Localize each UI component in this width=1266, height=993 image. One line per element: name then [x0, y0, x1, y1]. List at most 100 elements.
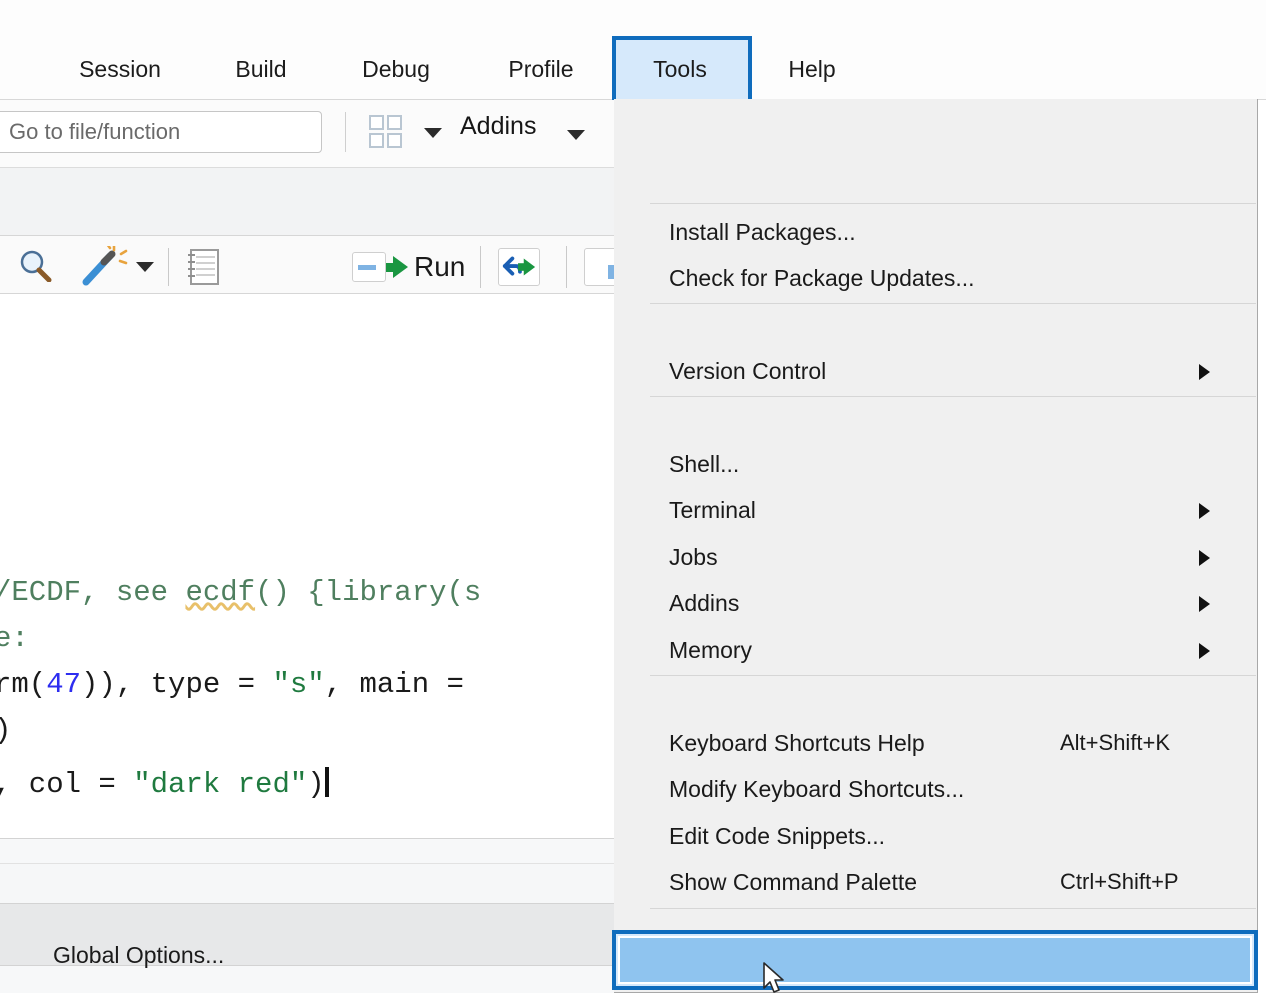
- menu-item-jobs[interactable]: Jobs: [614, 534, 1258, 580]
- toolbar-divider: [566, 246, 567, 288]
- code-token: , col =: [0, 768, 134, 801]
- rstudio-window: Session Build Debug Profile Tools Help G…: [0, 0, 1266, 993]
- code-token: ): [307, 768, 325, 801]
- toolbar-divider: [480, 246, 481, 288]
- menu-item-check-package-updates[interactable]: Check for Package Updates...: [614, 255, 1258, 301]
- menu-item-session[interactable]: Session: [79, 40, 161, 98]
- chevron-down-icon[interactable]: [136, 262, 154, 272]
- text-cursor: [324, 767, 329, 797]
- code-token-number: 47: [46, 668, 82, 701]
- console-pane-bottom: [0, 966, 616, 993]
- submenu-arrow-icon: [1199, 503, 1210, 519]
- source-tab-strip: [0, 168, 616, 236]
- menu-separator: [650, 675, 1256, 676]
- code-editor[interactable]: /ECDF, see ecdf() {library(s e: rm(47)),…: [0, 294, 616, 838]
- code-token-string: "dark red": [133, 768, 308, 801]
- menu-separator: [650, 396, 1256, 397]
- grid-cell: [387, 115, 402, 130]
- grid-cell: [387, 133, 402, 148]
- run-arrow-icon: [384, 256, 408, 278]
- run-button[interactable]: Run: [352, 246, 465, 288]
- menu-separator: [650, 203, 1256, 204]
- menu-item-tools-label: Tools: [653, 55, 707, 82]
- menu-separator: [650, 908, 1256, 909]
- goto-file-function-placeholder: Go to file/function: [9, 119, 181, 144]
- addins-button-label: Addins: [460, 112, 537, 140]
- menu-item-addins-label: Addins: [669, 589, 740, 616]
- toolbar-divider: [168, 248, 169, 286]
- tools-dropdown-menu: Install Packages... Check for Package Up…: [614, 99, 1258, 993]
- goto-file-function-input[interactable]: Go to file/function: [0, 111, 322, 153]
- menu-item-global-options-highlight-box: [612, 930, 1258, 990]
- code-line: /ECDF, see ecdf() {library(s: [0, 570, 481, 616]
- menu-item-help[interactable]: Help: [787, 40, 837, 98]
- magic-wand-icon[interactable]: [80, 246, 128, 286]
- code-token: () {library(s: [255, 576, 482, 609]
- code-token: )), type =: [81, 668, 273, 701]
- chevron-down-icon[interactable]: [424, 128, 442, 138]
- code-token: rm(: [0, 668, 47, 701]
- menu-item-help-label: Help: [788, 55, 836, 82]
- run-line-icon: [352, 252, 386, 282]
- menu-item-profile-label: Profile: [508, 55, 574, 82]
- menu-item-memory[interactable]: Memory: [614, 627, 1258, 673]
- menu-bar: Session Build Debug Profile Tools Help: [0, 0, 1266, 100]
- toolbar-divider: [345, 112, 346, 152]
- menu-item-edit-code-snippets-label: Edit Code Snippets...: [669, 822, 886, 849]
- menu-item-build-label: Build: [235, 55, 287, 82]
- code-line: ): [0, 708, 11, 754]
- menu-item-keyboard-shortcuts-help-label: Keyboard Shortcuts Help: [669, 729, 925, 756]
- menu-item-show-command-palette[interactable]: Show Command Palette Ctrl+Shift+P: [614, 859, 1258, 905]
- menu-item-shell[interactable]: Shell...: [614, 441, 1258, 487]
- menu-item-install-packages[interactable]: Install Packages...: [614, 209, 1258, 255]
- code-line: , col = "dark red"): [0, 762, 329, 808]
- menu-item-modify-keyboard-shortcuts-label: Modify Keyboard Shortcuts...: [669, 775, 965, 802]
- menu-item-memory-label: Memory: [669, 636, 753, 663]
- menu-item-shell-label: Shell...: [669, 450, 740, 477]
- addins-button[interactable]: Addins: [460, 112, 536, 141]
- submenu-arrow-icon: [1199, 550, 1210, 566]
- menu-item-session-label: Session: [79, 55, 161, 82]
- menu-item-show-command-palette-shortcut: Ctrl+Shift+P: [1060, 869, 1179, 894]
- rerun-arrows-icon[interactable]: [498, 248, 540, 286]
- grid-cell: [369, 133, 384, 148]
- menu-item-tools[interactable]: Tools: [645, 40, 715, 98]
- menu-item-global-options[interactable]: [618, 936, 1252, 984]
- code-token-misspelled: ecdf: [185, 576, 256, 609]
- grid-cell: [369, 115, 384, 130]
- code-token: , main =: [324, 668, 482, 701]
- menu-item-install-packages-label: Install Packages...: [669, 218, 856, 245]
- code-content: /ECDF, see ecdf() {library(s e: rm(47)),…: [0, 294, 616, 801]
- menu-item-debug[interactable]: Debug: [362, 40, 430, 98]
- menu-item-modify-keyboard-shortcuts[interactable]: Modify Keyboard Shortcuts...: [614, 766, 1258, 812]
- menu-item-build[interactable]: Build: [232, 40, 290, 98]
- menu-item-check-package-updates-label: Check for Package Updates...: [669, 264, 975, 291]
- code-token: /ECDF, see: [0, 576, 186, 609]
- code-line: e:: [0, 616, 29, 662]
- magnifier-icon[interactable]: [18, 250, 52, 282]
- menu-item-show-command-palette-label: Show Command Palette: [669, 868, 918, 895]
- mouse-cursor-icon: [763, 962, 784, 993]
- code-token: e:: [0, 622, 29, 655]
- menu-item-global-options-label: Global Options...: [53, 942, 225, 968]
- run-button-label: Run: [414, 251, 466, 282]
- code-token-string: "s": [272, 668, 325, 701]
- menu-item-debug-label: Debug: [362, 55, 430, 82]
- menu-item-keyboard-shortcuts-help[interactable]: Keyboard Shortcuts Help Alt+Shift+K: [614, 720, 1258, 766]
- editor-status-bar: [0, 838, 616, 864]
- submenu-arrow-icon: [1199, 643, 1210, 659]
- chevron-down-icon[interactable]: [567, 130, 585, 140]
- menu-separator: [650, 303, 1256, 304]
- notebook-icon[interactable]: [186, 248, 220, 286]
- menu-item-profile[interactable]: Profile: [505, 40, 577, 98]
- menu-item-edit-code-snippets[interactable]: Edit Code Snippets...: [614, 813, 1258, 859]
- console-pane-top: [0, 864, 616, 904]
- menu-item-addins[interactable]: Addins: [614, 580, 1258, 626]
- menu-item-terminal[interactable]: Terminal: [614, 487, 1258, 533]
- menu-item-jobs-label: Jobs: [669, 543, 718, 570]
- pane-layout-icon[interactable]: [367, 113, 407, 151]
- menu-item-version-control-label: Version Control: [669, 357, 827, 384]
- menu-item-keyboard-shortcuts-help-shortcut: Alt+Shift+K: [1060, 730, 1171, 755]
- code-token: ): [0, 714, 11, 747]
- menu-item-version-control[interactable]: Version Control: [614, 348, 1258, 394]
